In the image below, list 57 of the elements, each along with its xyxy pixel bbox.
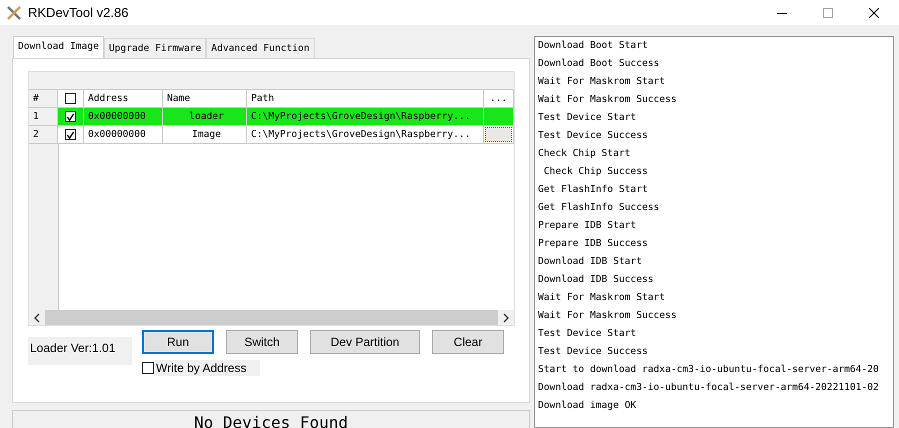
row-checkbox[interactable] — [65, 129, 76, 140]
column-header: Address — [84, 90, 163, 107]
browse-button[interactable] — [485, 127, 512, 142]
scroll-right-icon[interactable] — [502, 312, 510, 322]
log-line: Wait For Maskrom Start — [538, 75, 666, 89]
log-line: Wait For Maskrom Success — [538, 93, 678, 107]
table-cell: 1 — [29, 108, 58, 125]
tools-icon — [6, 4, 22, 20]
horizontal-scrollbar[interactable] — [29, 310, 514, 325]
column-header: Name — [163, 90, 247, 107]
log-line: Test Device Start — [538, 111, 638, 125]
action-button[interactable]: Run — [142, 330, 214, 354]
action-button[interactable]: Clear — [432, 330, 504, 354]
column-header: # — [29, 90, 58, 107]
log-line: Download Boot Start — [538, 39, 649, 53]
log-line: Download radxa-cm3-io-ubuntu-focal-server-arm64-20221101-02 — [538, 381, 880, 395]
log-line: Check Chip Start — [538, 147, 632, 161]
table-cell: Image — [163, 126, 247, 143]
log-line: Test Device Success — [538, 345, 649, 359]
action-button[interactable]: Dev Partition — [310, 330, 420, 354]
tab[interactable]: Download Image — [13, 36, 104, 58]
row-checkbox[interactable] — [65, 111, 76, 122]
log-line: Get FlashInfo Start — [538, 183, 649, 197]
write-by-address-checkbox[interactable] — [142, 362, 154, 374]
log-line: Get FlashInfo Success — [538, 201, 660, 215]
table-cell: 0x00000000 — [84, 108, 163, 125]
log-line: Wait For Maskrom Start — [538, 291, 666, 305]
window-title: RKDevTool v2.86 — [28, 5, 128, 20]
table-cell: C:\MyProjects\GroveDesign\Raspberry... — [247, 126, 484, 143]
log-line: Download Boot Success — [538, 57, 660, 71]
column-header: Path — [247, 90, 484, 107]
log-line: Download IDB Start — [538, 255, 643, 269]
loader-version: Loader Ver:1.01 — [28, 337, 132, 365]
table-cell: C:\MyProjects\GroveDesign\Raspberry... — [247, 108, 484, 125]
checkbox-label: Write by Address — [154, 360, 260, 376]
close-icon[interactable] — [869, 8, 879, 18]
log-line: Prepare IDB Success — [538, 237, 649, 251]
log-line: Prepare IDB Start — [538, 219, 638, 233]
log-line: Download IDB Success — [538, 273, 655, 287]
tab[interactable]: Advanced Function — [206, 38, 314, 58]
select-all-checkbox[interactable] — [65, 93, 76, 104]
log-line: Start to download radxa-cm3-io-ubuntu-focal-server-arm64-20 — [538, 363, 880, 377]
table-cell: 0x00000000 — [84, 126, 163, 143]
log-line: Download image OK — [538, 399, 638, 413]
action-button[interactable]: Switch — [226, 330, 298, 354]
table-cell: 2 — [29, 126, 58, 143]
log-line: Check Chip Success — [542, 165, 649, 179]
table-row[interactable]: 2 0x00000000 Image C:\MyProjects\GroveDesign\Raspberry... — [29, 126, 514, 144]
log-line: Test Device Start — [538, 327, 638, 341]
table-row[interactable]: 1 0x00000000 loader C:\MyProjects\GroveDesign\Raspberry... — [29, 108, 514, 126]
log-line: Test Device Success — [538, 129, 649, 143]
table-cell: loader — [163, 108, 247, 125]
scroll-left-icon[interactable] — [33, 312, 41, 322]
device-status: No Devices Found — [12, 410, 530, 428]
log-line: Wait For Maskrom Success — [538, 309, 678, 323]
tab[interactable]: Upgrade Firmware — [104, 38, 206, 58]
column-header: ... — [484, 90, 514, 107]
